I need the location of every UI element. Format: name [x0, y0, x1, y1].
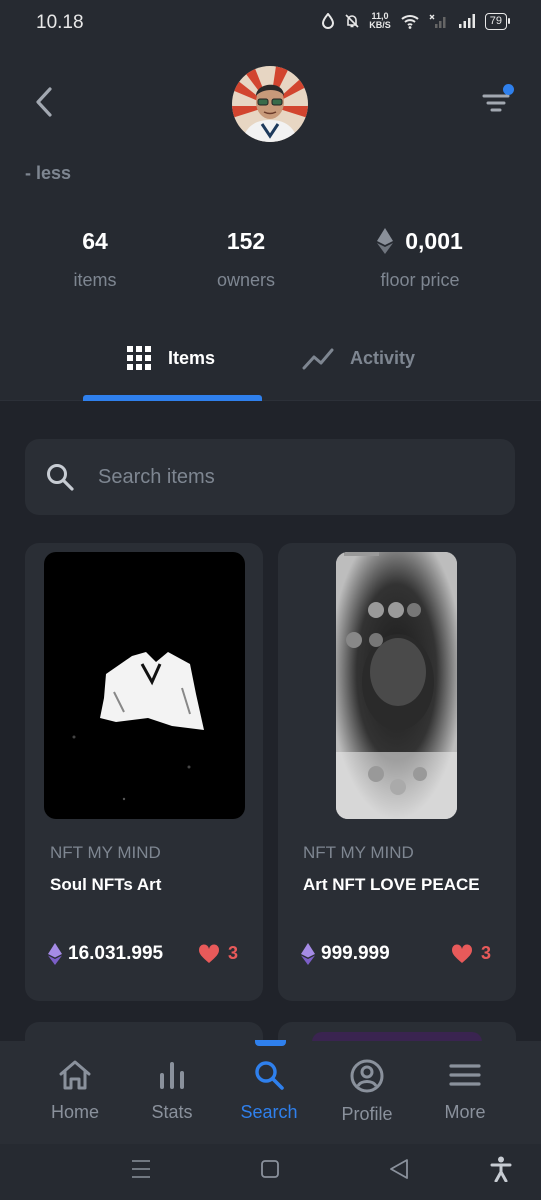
nft-image	[44, 552, 245, 819]
notification-dot	[503, 84, 514, 95]
chevron-left-icon	[36, 87, 52, 117]
data-saver-icon	[322, 13, 335, 29]
heart-icon	[198, 943, 220, 963]
trend-line-icon	[302, 348, 334, 370]
price-value: 999.999	[321, 943, 390, 964]
nav-profile[interactable]: Profile	[319, 1059, 415, 1125]
system-nav-bar	[0, 1144, 541, 1200]
net-speed-unit: KB/S	[369, 20, 391, 30]
signal-icon	[458, 14, 475, 28]
nav-search[interactable]: Search	[221, 1059, 317, 1123]
tab-label: Activity	[350, 347, 416, 368]
nav-active-indicator	[255, 1040, 286, 1046]
tab-items[interactable]: Items	[126, 340, 215, 376]
card-price: 16.031.995	[48, 943, 163, 965]
collection-avatar	[232, 66, 308, 142]
home-square-icon[interactable]	[260, 1159, 280, 1179]
nav-label: More	[444, 1102, 486, 1122]
wifi-icon	[401, 15, 419, 29]
bottom-nav: Home Stats Search Profile More	[0, 1041, 541, 1144]
nft-card[interactable]: NFT MY MIND Soul NFTs Art 16.031.995 3	[25, 543, 263, 1001]
ethereum-icon	[48, 943, 62, 965]
stat-label: items	[73, 270, 117, 290]
user-circle-icon	[350, 1059, 384, 1093]
like-count: 3	[227, 943, 238, 963]
ethereum-icon	[301, 943, 315, 965]
back-triangle-icon[interactable]	[388, 1158, 410, 1180]
home-icon	[59, 1060, 91, 1090]
card-price: 999.999	[301, 943, 390, 965]
back-button[interactable]	[30, 84, 60, 120]
battery-icon: 79	[484, 12, 511, 30]
like-count: 3	[480, 943, 491, 963]
stat-value: 0,001	[405, 227, 463, 254]
bell-off-icon	[345, 14, 359, 28]
heart-icon	[451, 943, 473, 963]
grid-icon	[127, 346, 151, 370]
accessibility-icon[interactable]	[490, 1156, 512, 1182]
tab-label: Items	[168, 347, 216, 368]
stat-owners: 152 owners	[166, 226, 326, 291]
nft-card[interactable]: NFT MY MIND Art NFT LOVE PEACE 999.999 3	[278, 543, 516, 1001]
status-time: 10.18	[36, 12, 84, 33]
signal-off-icon	[429, 14, 446, 28]
nft-image	[336, 552, 457, 819]
network-speed: 11,0 KB/S	[369, 12, 391, 30]
card-title: Soul NFTs Art	[50, 875, 162, 894]
like-button[interactable]: 3	[198, 943, 238, 964]
stat-floor-price: 0,001 floor price	[340, 226, 500, 291]
search-icon	[255, 1061, 284, 1090]
nav-stats[interactable]: Stats	[124, 1059, 220, 1123]
nav-home[interactable]: Home	[27, 1059, 123, 1123]
ethereum-icon	[377, 228, 394, 254]
price-value: 16.031.995	[68, 943, 164, 964]
stat-value: 152	[226, 227, 266, 254]
menu-icon	[449, 1064, 481, 1086]
search-input[interactable]	[96, 458, 480, 496]
card-title: Art NFT LOVE PEACE	[303, 875, 480, 894]
like-button[interactable]: 3	[451, 943, 491, 964]
nav-label: Stats	[151, 1102, 193, 1122]
recents-menu-icon[interactable]	[131, 1158, 151, 1180]
nav-label: Home	[50, 1102, 99, 1122]
stat-items: 64 items	[15, 226, 175, 291]
show-less-link[interactable]: - less	[25, 163, 71, 184]
stat-label: floor price	[380, 270, 460, 290]
bar-chart-icon	[160, 1062, 184, 1089]
card-collection: NFT MY MIND	[303, 843, 414, 862]
nav-more[interactable]: More	[417, 1059, 513, 1123]
card-collection: NFT MY MIND	[50, 843, 161, 862]
status-icons: 11,0 KB/S 79	[321, 12, 511, 30]
nav-label: Search	[240, 1102, 298, 1122]
tab-activity[interactable]: Activity	[302, 340, 415, 376]
stat-label: owners	[216, 270, 276, 290]
filter-button[interactable]	[480, 84, 514, 118]
nav-label: Profile	[341, 1104, 393, 1124]
stat-value: 64	[82, 227, 108, 254]
search-icon	[47, 464, 74, 491]
